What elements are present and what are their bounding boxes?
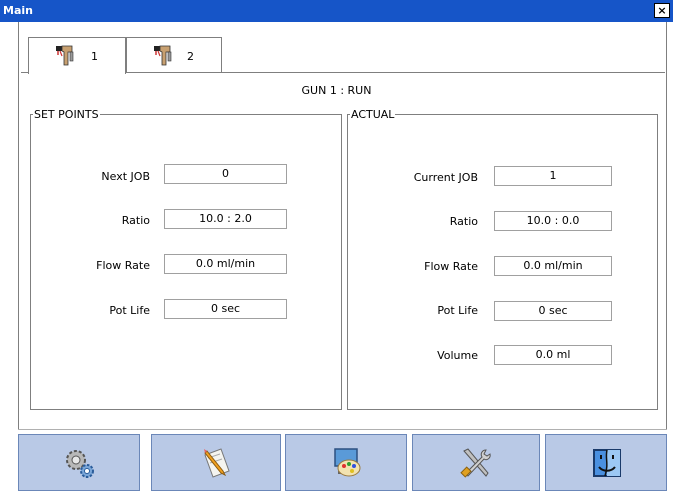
title-bar[interactable]: Main × bbox=[0, 0, 673, 22]
edit-document-icon bbox=[204, 448, 230, 478]
spray-gun-icon bbox=[154, 45, 172, 66]
toolbar-separator bbox=[18, 429, 667, 430]
gears-icon bbox=[66, 450, 94, 478]
tools-button[interactable] bbox=[412, 434, 540, 491]
display-palette-icon bbox=[334, 448, 361, 477]
close-button[interactable]: × bbox=[654, 3, 670, 18]
tools-icon bbox=[460, 448, 491, 478]
window-title: Main bbox=[3, 4, 33, 17]
tab-content-panel bbox=[21, 72, 665, 419]
main-window: Main × 1 2 GUN 1 : RUN SET POINTS Next J… bbox=[0, 0, 673, 491]
tab-gun-1[interactable]: 1 bbox=[28, 37, 126, 74]
spray-gun-icon bbox=[56, 45, 74, 66]
tab-gun-2[interactable]: 2 bbox=[126, 37, 222, 73]
finder-button[interactable] bbox=[545, 434, 667, 491]
edit-button[interactable] bbox=[151, 434, 281, 491]
tab-label: 2 bbox=[187, 50, 194, 63]
finder-icon bbox=[593, 449, 621, 477]
settings-button[interactable] bbox=[18, 434, 140, 491]
display-settings-button[interactable] bbox=[285, 434, 407, 491]
tab-label: 1 bbox=[91, 50, 98, 63]
